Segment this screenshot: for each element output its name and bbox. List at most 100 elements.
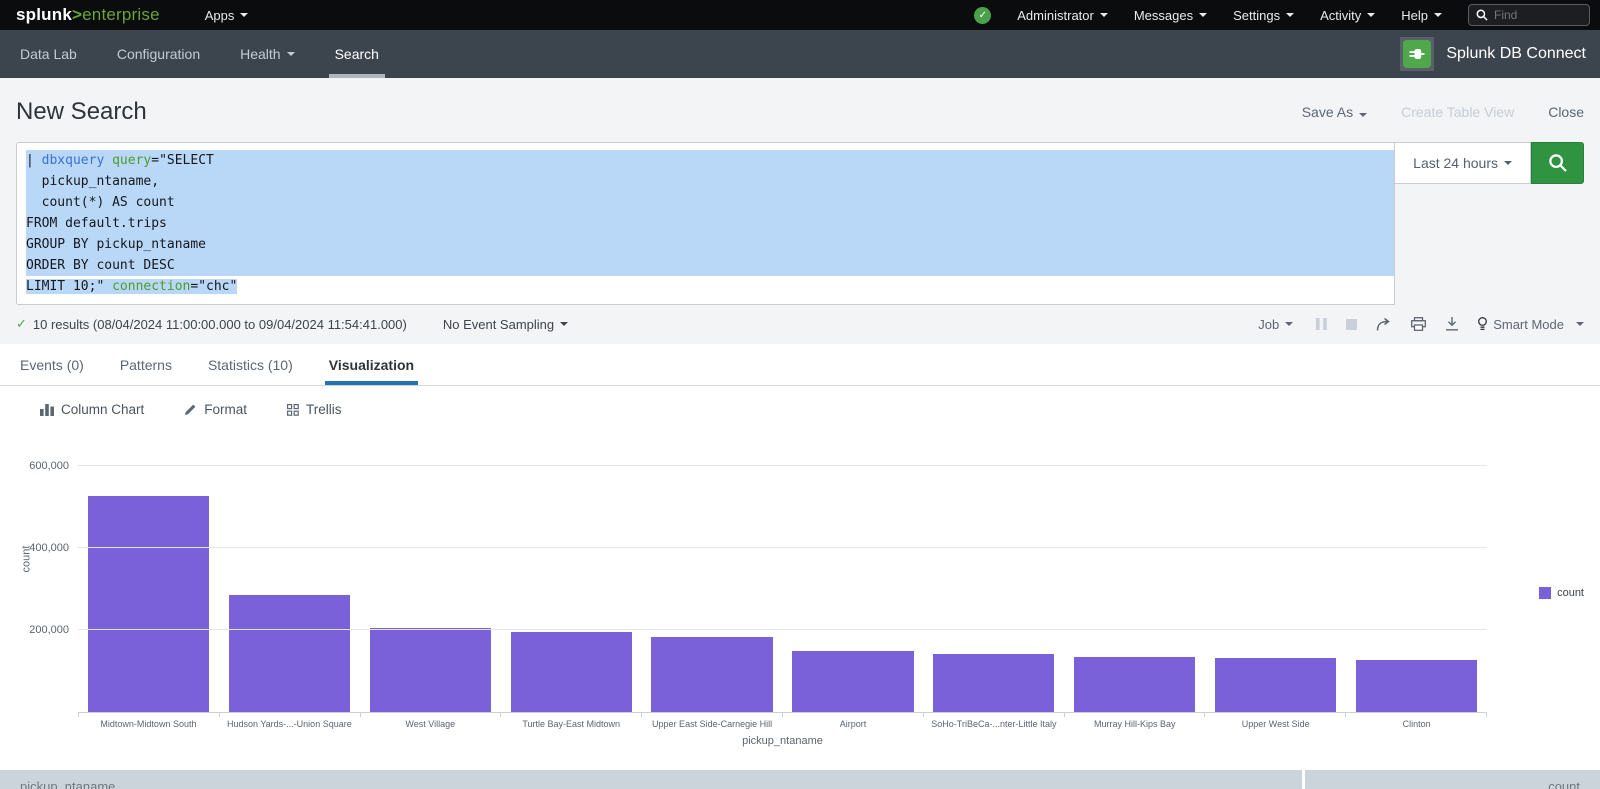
- chevron-down-icon: [1199, 13, 1207, 17]
- find-search-box[interactable]: [1468, 4, 1590, 26]
- nav-health[interactable]: Health: [220, 30, 314, 78]
- bar-cell: [923, 445, 1064, 712]
- search-icon: [1548, 153, 1568, 173]
- bar-cell: [1346, 445, 1487, 712]
- app-name: Splunk DB Connect: [1446, 45, 1586, 63]
- axis-tick: [1064, 713, 1065, 717]
- bar-7[interactable]: [933, 654, 1054, 712]
- gridline: [78, 465, 1487, 466]
- nav-data-lab[interactable]: Data Lab: [0, 30, 97, 78]
- query-line: count(*) AS count: [26, 192, 1394, 213]
- health-status-icon[interactable]: ✓: [974, 7, 991, 24]
- job-menu[interactable]: Job: [1258, 317, 1293, 332]
- gridline: [78, 629, 1487, 630]
- column-header-count[interactable]: count: [1305, 770, 1600, 789]
- axis-tick: [1486, 713, 1487, 717]
- time-range-picker[interactable]: Last 24 hours: [1395, 142, 1531, 184]
- chart-type-picker[interactable]: Column Chart: [40, 402, 144, 417]
- bar-3[interactable]: [370, 628, 491, 712]
- x-category-label: Midtown-Midtown South: [78, 719, 219, 729]
- close-button[interactable]: Close: [1548, 104, 1584, 120]
- share-button[interactable]: [1376, 318, 1392, 331]
- export-button[interactable]: [1445, 317, 1459, 331]
- query-line: | dbxquery query="SELECT: [26, 150, 1394, 171]
- y-tick-label: 600,000: [29, 460, 69, 472]
- nav-configuration[interactable]: Configuration: [97, 30, 220, 78]
- app-nav-bar: Data Lab Configuration Health Search Spl…: [0, 30, 1600, 78]
- splunk-logo[interactable]: splunk>enterprise: [16, 5, 160, 25]
- nav-search[interactable]: Search: [315, 30, 399, 78]
- x-axis-ticks: [78, 713, 1487, 717]
- top-bar: splunk>enterprise Apps ✓ Administrator M…: [0, 0, 1600, 30]
- column-header-pickup-ntaname[interactable]: pickup_ntaname: [0, 770, 1302, 789]
- settings-menu[interactable]: Settings: [1233, 8, 1294, 23]
- bar-9[interactable]: [1215, 658, 1336, 712]
- bar-cell: [783, 445, 924, 712]
- trellis-button[interactable]: Trellis: [287, 402, 342, 417]
- tab-events[interactable]: Events (0): [16, 344, 88, 385]
- find-input[interactable]: [1494, 8, 1579, 22]
- pause-button[interactable]: [1316, 318, 1327, 330]
- bar-2[interactable]: [229, 595, 350, 712]
- axis-tick: [1204, 713, 1205, 717]
- x-category-label: Murray Hill-Kips Bay: [1064, 719, 1205, 729]
- results-tabs: Events (0) Patterns Statistics (10) Visu…: [0, 344, 1600, 386]
- bar-8[interactable]: [1074, 657, 1195, 712]
- chevron-down-icon: [1100, 13, 1108, 17]
- x-category-label: Turtle Bay-East Midtown: [501, 719, 642, 729]
- administrator-menu[interactable]: Administrator: [1017, 8, 1108, 23]
- stop-button[interactable]: [1346, 319, 1357, 330]
- legend-item-count[interactable]: count: [1539, 587, 1584, 599]
- apps-menu[interactable]: Apps: [205, 8, 249, 23]
- db-connect-icon: [1400, 37, 1434, 71]
- query-line: ORDER BY count DESC: [26, 255, 1394, 276]
- bar-cell: [1064, 445, 1205, 712]
- app-identity[interactable]: Splunk DB Connect: [1400, 37, 1586, 71]
- messages-menu[interactable]: Messages: [1134, 8, 1207, 23]
- pause-icon: [1316, 318, 1327, 330]
- bar-cell: [501, 445, 642, 712]
- bar-10[interactable]: [1356, 660, 1477, 712]
- activity-menu[interactable]: Activity: [1320, 8, 1375, 23]
- search-button[interactable]: [1531, 142, 1584, 184]
- search-icon: [1476, 9, 1488, 21]
- bar-cell: [360, 445, 501, 712]
- x-category-label: Clinton: [1346, 719, 1487, 729]
- bar-1[interactable]: [88, 496, 209, 712]
- check-icon: ✓: [16, 316, 27, 332]
- axis-tick: [923, 713, 924, 717]
- chevron-down-icon: [1359, 113, 1367, 117]
- pencil-icon: [184, 403, 197, 416]
- x-category-label: SoHo-TriBeCa-...nter-Little Italy: [923, 719, 1064, 729]
- bar-cell: [1205, 445, 1346, 712]
- axis-tick: [78, 713, 79, 717]
- plug-icon: [1407, 44, 1427, 64]
- bar-6[interactable]: [792, 651, 913, 712]
- bar-5[interactable]: [651, 637, 772, 712]
- trellis-grid-icon: [287, 404, 299, 416]
- search-mode-menu[interactable]: Smart Mode: [1478, 317, 1584, 332]
- tab-visualization[interactable]: Visualization: [325, 344, 418, 385]
- x-axis-title: pickup_ntaname: [78, 735, 1487, 747]
- query-line: GROUP BY pickup_ntaname: [26, 234, 1394, 255]
- bar-cell: [642, 445, 783, 712]
- legend-swatch: [1539, 587, 1551, 599]
- legend-label: count: [1557, 587, 1584, 599]
- chevron-down-icon: [1576, 322, 1584, 326]
- axis-tick: [360, 713, 361, 717]
- chart-bars: [78, 445, 1487, 712]
- format-button[interactable]: Format: [184, 402, 247, 417]
- tab-patterns[interactable]: Patterns: [116, 344, 176, 385]
- tab-statistics[interactable]: Statistics (10): [204, 344, 297, 385]
- help-menu[interactable]: Help: [1401, 8, 1442, 23]
- active-nav-underline: [329, 74, 385, 78]
- bar-4[interactable]: [511, 632, 632, 713]
- save-as-button[interactable]: Save As: [1302, 104, 1367, 120]
- viz-toolbar: Column Chart Format Trellis: [0, 386, 1600, 427]
- search-query-input[interactable]: | dbxquery query="SELECT pickup_ntaname,…: [16, 142, 1395, 305]
- statistics-table-header: pickup_ntaname count: [0, 770, 1600, 789]
- event-sampling-menu[interactable]: No Event Sampling: [443, 317, 568, 332]
- y-tick-label: 400,000: [29, 542, 69, 554]
- x-category-label: Upper East Side-Carnegie Hill: [642, 719, 783, 729]
- print-button[interactable]: [1411, 317, 1426, 331]
